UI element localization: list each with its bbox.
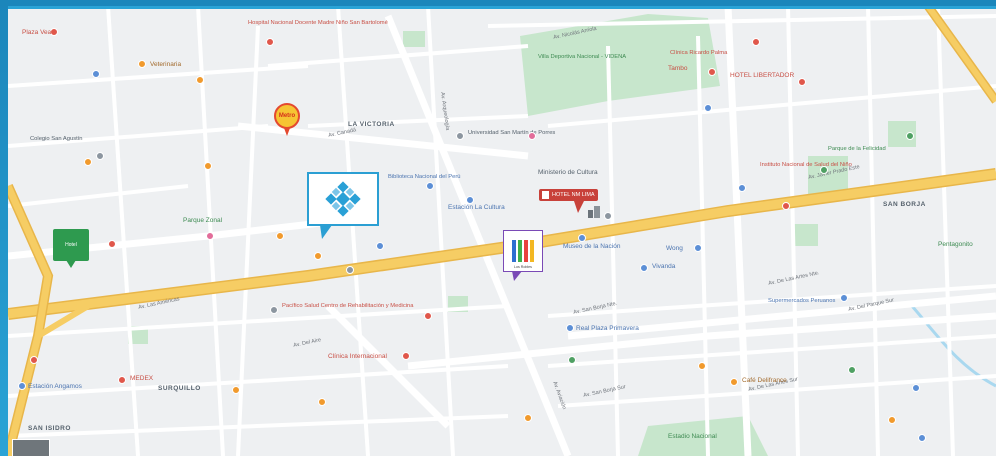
map-pin-icon[interactable] xyxy=(782,202,790,210)
map-pin-icon[interactable] xyxy=(848,366,856,374)
map-pin-icon[interactable] xyxy=(918,434,926,442)
map-pin-icon[interactable] xyxy=(270,306,278,314)
place-label[interactable]: Parque Zonal xyxy=(183,217,222,225)
map-pin-icon[interactable] xyxy=(92,70,100,78)
map-pin-icon[interactable] xyxy=(568,356,576,364)
map-pin-icon[interactable] xyxy=(694,244,702,252)
map-pin-icon[interactable] xyxy=(640,264,648,272)
map-pin-icon[interactable] xyxy=(704,104,712,112)
place-label[interactable]: Estación La Cultura xyxy=(448,204,505,212)
place-label[interactable]: Supermercados Peruanos xyxy=(768,298,835,304)
map-pin-icon[interactable] xyxy=(752,38,760,46)
map-pin-icon[interactable] xyxy=(314,252,322,260)
place-label[interactable]: Estadio Nacional xyxy=(668,433,717,441)
map-pin-icon[interactable] xyxy=(108,240,116,248)
place-label[interactable]: Hospital Nacional Docente Madre Niño San… xyxy=(248,20,388,26)
marker-pointer-icon xyxy=(320,225,332,239)
place-label[interactable]: Instituto Nacional de Salud del Niño xyxy=(760,162,852,168)
district-label: LA VICTORIA xyxy=(348,121,395,128)
map-pin-icon[interactable] xyxy=(376,242,384,250)
map-pin-icon[interactable] xyxy=(138,60,146,68)
map-pin-icon[interactable] xyxy=(196,76,204,84)
map-pin-icon[interactable] xyxy=(466,196,474,204)
place-label[interactable]: Pacífico Salud Centro de Rehabilitación … xyxy=(282,303,413,309)
metro-badge[interactable]: Metro xyxy=(274,103,300,129)
place-label[interactable]: Vivanda xyxy=(652,263,675,271)
map-pin-icon[interactable] xyxy=(204,162,212,170)
project-marker-card[interactable]: Los Robles xyxy=(503,230,543,272)
map-canvas[interactable]: Av. Canadá Av. Javier Prado Este Av. Avi… xyxy=(8,6,996,456)
map-pin-icon[interactable] xyxy=(426,182,434,190)
park-small-5 xyxy=(793,224,818,246)
hotel-marker-card[interactable]: Hotel xyxy=(53,229,89,261)
hotel-icon xyxy=(542,191,549,199)
marker-pointer-icon xyxy=(284,128,290,136)
marker-pointer-icon xyxy=(574,201,584,213)
map-pin-icon[interactable] xyxy=(604,212,612,220)
map-pin-icon[interactable] xyxy=(524,414,532,422)
marker-pointer-icon xyxy=(66,260,76,268)
map-pin-icon[interactable] xyxy=(346,266,354,274)
place-label[interactable]: Colegio San Agustín xyxy=(30,136,83,142)
map-pin-icon[interactable] xyxy=(402,352,410,360)
place-label[interactable]: Parque de la Felicidad xyxy=(828,146,886,152)
place-label[interactable]: Clínica Ricardo Palma xyxy=(670,50,727,56)
place-label[interactable]: Wong xyxy=(666,245,683,253)
map-roads-layer xyxy=(8,6,996,456)
map-layer-thumbnail[interactable] xyxy=(12,439,50,456)
place-label[interactable]: Museo de la Nación xyxy=(563,243,620,251)
map-pin-icon[interactable] xyxy=(424,312,432,320)
map-pin-icon[interactable] xyxy=(730,378,738,386)
building-icon xyxy=(588,206,600,218)
park-small-2 xyxy=(403,31,425,47)
map-pin-icon[interactable] xyxy=(528,132,536,140)
map-pin-icon[interactable] xyxy=(906,132,914,140)
place-label[interactable]: Plaza Vea xyxy=(22,29,51,37)
map-pin-icon[interactable] xyxy=(266,38,274,46)
map-pin-icon[interactable] xyxy=(798,78,806,86)
place-label[interactable]: Café Delifrance xyxy=(742,377,787,385)
map-pin-icon[interactable] xyxy=(578,234,586,242)
place-label[interactable]: HOTEL LIBERTADOR xyxy=(730,72,794,80)
map-pin-icon[interactable] xyxy=(84,158,92,166)
place-label[interactable]: Veterinaria xyxy=(150,61,181,69)
map-pin-icon[interactable] xyxy=(708,68,716,76)
district-label: SURQUILLO xyxy=(158,385,201,392)
company-logo-marker[interactable] xyxy=(307,172,379,226)
place-label[interactable]: MEDEX xyxy=(130,375,153,383)
hotel-badge-label: HOTEL NM LIMA xyxy=(552,192,595,198)
hotel-label-marker[interactable]: HOTEL NM LIMA xyxy=(539,189,598,201)
map-pin-icon[interactable] xyxy=(738,184,746,192)
project-caption: Los Robles xyxy=(514,265,532,269)
place-label[interactable]: Villa Deportiva Nacional - VIDENA xyxy=(538,54,626,60)
place-label[interactable]: Real Plaza Primavera xyxy=(576,325,639,333)
map-pin-icon[interactable] xyxy=(912,384,920,392)
place-label[interactable]: Biblioteca Nacional del Perú xyxy=(388,174,461,180)
marker-pointer-icon xyxy=(512,271,522,281)
project-logo-icon xyxy=(512,240,534,262)
map-pin-icon[interactable] xyxy=(118,376,126,384)
map-pin-icon[interactable] xyxy=(840,294,848,302)
diamond-logo-icon xyxy=(325,181,361,217)
map-pin-icon[interactable] xyxy=(318,398,326,406)
district-label: SAN ISIDRO xyxy=(28,425,71,432)
place-label[interactable]: Pentagonito xyxy=(938,241,973,249)
map-pin-icon[interactable] xyxy=(18,382,26,390)
place-label[interactable]: Clínica Internacional xyxy=(328,353,387,361)
map-pin-icon[interactable] xyxy=(698,362,706,370)
place-label[interactable]: Universidad San Martín de Porres xyxy=(468,130,555,136)
map-pin-icon[interactable] xyxy=(456,132,464,140)
map-pin-icon[interactable] xyxy=(206,232,214,240)
map-pin-icon[interactable] xyxy=(96,152,104,160)
place-label[interactable]: Tambo xyxy=(668,65,688,73)
district-label: SAN BORJA xyxy=(883,201,926,208)
map-pin-icon[interactable] xyxy=(888,416,896,424)
place-label[interactable]: Estación Angamos xyxy=(28,383,82,391)
map-pin-icon[interactable] xyxy=(30,356,38,364)
map-pin-icon[interactable] xyxy=(276,232,284,240)
place-label[interactable]: Ministerio de Cultura xyxy=(538,169,598,177)
map-pin-icon[interactable] xyxy=(566,324,574,332)
map-pin-icon[interactable] xyxy=(232,386,240,394)
